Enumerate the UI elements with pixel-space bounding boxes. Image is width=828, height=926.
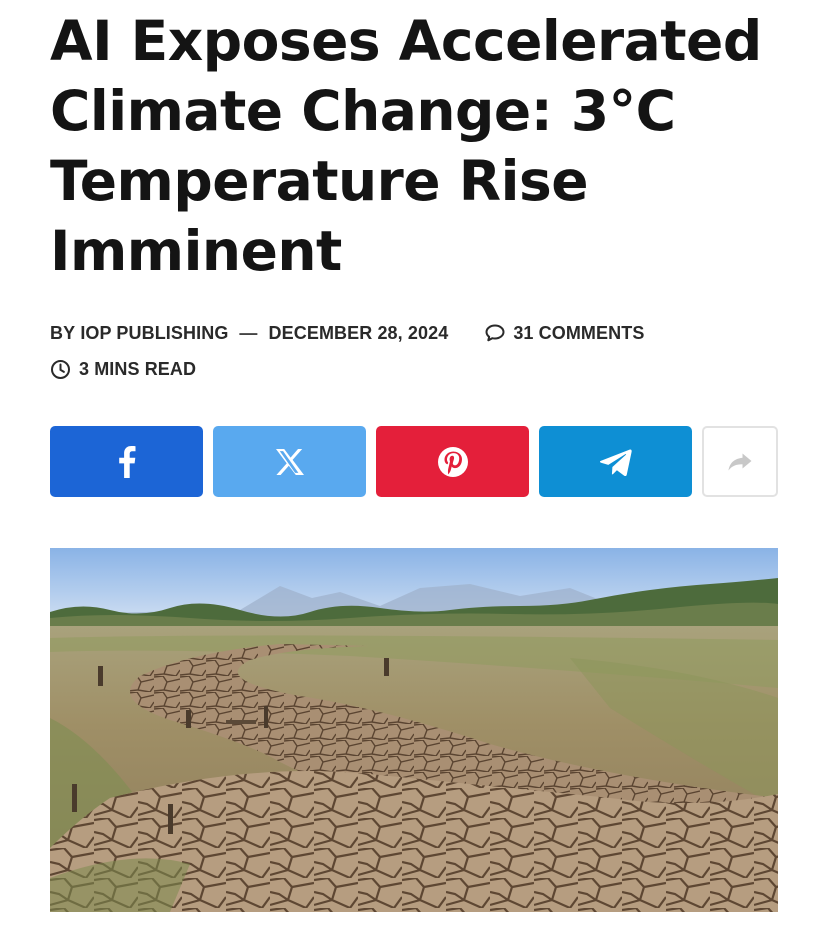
share-pinterest-button[interactable]	[376, 426, 529, 497]
publish-date: DECEMBER 28, 2024	[268, 322, 449, 343]
clock-icon	[51, 359, 70, 379]
byline-prefix: BY	[50, 322, 76, 343]
article-title: AI Exposes Accelerated Climate Change: 3…	[50, 9, 762, 283]
read-time: 3 MINS READ	[79, 358, 197, 379]
article-meta: BY IOP PUBLISHING — DECEMBER 28, 2024 31…	[50, 320, 644, 382]
share-more-button[interactable]	[702, 426, 778, 497]
hero-image	[50, 548, 778, 912]
share-bar	[50, 426, 778, 497]
comment-bubble-icon	[485, 324, 505, 342]
facebook-icon	[118, 445, 135, 478]
comments-count: 31 COMMENTS	[513, 322, 645, 343]
meta-row-readtime: 3 MINS READ	[50, 356, 644, 382]
comments-link[interactable]: 31 COMMENTS	[484, 323, 644, 344]
meta-row-byline: BY IOP PUBLISHING — DECEMBER 28, 2024 31…	[50, 320, 644, 346]
x-icon	[275, 448, 304, 475]
share-arrow-icon	[728, 453, 752, 470]
share-telegram-button[interactable]	[539, 426, 692, 497]
byline-separator: —	[239, 322, 258, 343]
pinterest-icon	[437, 446, 468, 477]
share-x-button[interactable]	[213, 426, 366, 497]
dry-riverbed-illustration	[50, 548, 778, 912]
share-facebook-button[interactable]	[50, 426, 203, 497]
author-link[interactable]: IOP PUBLISHING	[80, 323, 228, 344]
article-page: AI Exposes Accelerated Climate Change: 3…	[0, 0, 828, 926]
telegram-icon	[599, 448, 632, 476]
